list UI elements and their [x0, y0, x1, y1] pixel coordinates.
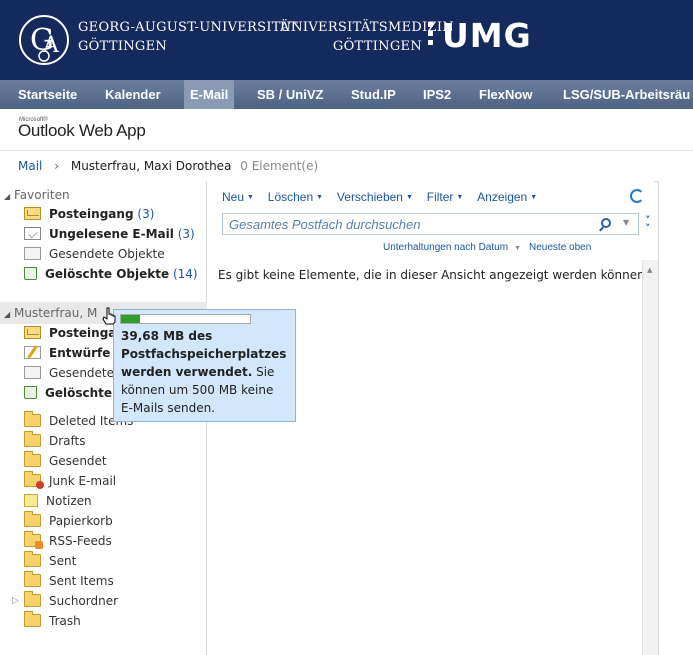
- mailbox-header[interactable]: ◢ Musterfrau, M: [4, 304, 97, 322]
- folder-sent[interactable]: Sent: [24, 551, 76, 571]
- sort-by-conversation[interactable]: Unterhaltungen nach Datum: [383, 242, 508, 253]
- favorite-deleted-items[interactable]: Gelöschte Objekte (14): [24, 264, 198, 284]
- junk-mail-icon: [24, 471, 44, 489]
- folder-rss-feeds[interactable]: RSS-Feeds: [24, 531, 112, 551]
- empty-list-message: Es gibt keine Elemente, die in dieser An…: [218, 268, 649, 282]
- sort-options: Unterhaltungen nach Datum ▼ Neueste oben: [383, 242, 591, 253]
- trash-icon: [24, 267, 37, 280]
- favorite-unread-mail[interactable]: Ungelesene E-Mail (3): [24, 224, 195, 244]
- nav-email[interactable]: E-Mail: [184, 80, 235, 109]
- expand-triangle-icon[interactable]: ▷: [12, 596, 19, 606]
- quota-progress-fill: [121, 315, 141, 323]
- folder-search-folders[interactable]: Suchordner: [24, 591, 118, 611]
- folder-sent-items[interactable]: Sent Items: [24, 571, 114, 591]
- folder-icon: [24, 571, 41, 587]
- sort-order[interactable]: Neueste oben: [529, 242, 591, 253]
- rss-feed-icon: [24, 531, 43, 549]
- notes-icon: [24, 494, 38, 507]
- folder-sent-items-de[interactable]: Gesendete O: [24, 363, 127, 383]
- breadcrumb-separator-icon: ›: [54, 159, 60, 173]
- hand-cursor-icon: [102, 307, 116, 325]
- drafts-icon: [24, 346, 41, 359]
- folder-icon: [24, 411, 41, 427]
- search-icon[interactable]: [601, 218, 611, 228]
- unread-mail-icon: [24, 227, 41, 240]
- search-box: ▼: [222, 213, 639, 235]
- owa-logo: Outlook Web App: [18, 121, 146, 140]
- sent-items-icon: [24, 247, 41, 260]
- dropdown-arrow-icon: ▼: [456, 194, 464, 201]
- nav-kalender[interactable]: Kalender: [99, 80, 167, 109]
- quota-progress-bar: [120, 314, 251, 324]
- folder-icon: [24, 451, 41, 467]
- dropdown-arrow-icon: ▼: [405, 194, 413, 201]
- refresh-icon[interactable]: [630, 189, 644, 203]
- folder-drafts[interactable]: Drafts: [24, 431, 86, 451]
- sent-items-icon: [24, 366, 41, 379]
- mailbox-quota-tooltip: 39,68 MB des Postfachspeicherplatzes wer…: [113, 309, 296, 422]
- folder-icon: [24, 431, 41, 447]
- collapse-triangle-icon[interactable]: ◢: [4, 306, 14, 324]
- breadcrumb: Mail › Musterfrau, Maxi Dorothea 0 Eleme…: [0, 151, 693, 181]
- folder-inbox[interactable]: Posteingan: [24, 323, 125, 343]
- main-navigation: Startseite Kalender E-Mail SB / UniVZ St…: [0, 80, 693, 109]
- university-seal-logo: G A: [19, 15, 69, 65]
- folder-junk-email[interactable]: Junk E-mail: [24, 471, 116, 491]
- favorites-header[interactable]: ◢ Favoriten: [4, 186, 70, 204]
- message-toolbar: Neu ▼ Löschen ▼ Verschieben ▼ Filter ▼ Anzei…: [222, 188, 547, 206]
- folder-papierkorb[interactable]: Papierkorb: [24, 511, 113, 531]
- breadcrumb-current-folder: Musterfrau, Maxi Dorothea: [70, 159, 232, 173]
- search-input[interactable]: [223, 214, 593, 234]
- trash-icon: [24, 386, 37, 399]
- owa-header: Microsoft® Outlook Web App: [0, 109, 693, 151]
- umg-logo-dots: [428, 22, 434, 49]
- folder-drafts-de[interactable]: Entwürfe [3: [24, 343, 127, 363]
- folder-notes[interactable]: Notizen: [24, 491, 92, 511]
- dropdown-arrow-icon: ▼: [514, 245, 522, 252]
- breadcrumb-mail-link[interactable]: Mail: [18, 159, 42, 173]
- quota-used-text: 39,68 MB des: [121, 329, 213, 343]
- inbox-icon: [24, 326, 41, 339]
- umg-logo[interactable]: UMG: [442, 16, 532, 55]
- search-options-dropdown-icon[interactable]: ▼: [623, 218, 629, 227]
- medical-school-name[interactable]: UNIVERSITÄTSMEDIZIN GÖTTINGEN: [280, 18, 454, 56]
- move-button[interactable]: Verschieben ▼: [337, 188, 413, 207]
- filter-button[interactable]: Filter ▼: [427, 188, 464, 207]
- dropdown-arrow-icon: ▼: [316, 194, 324, 201]
- item-count: 0 Element(e): [240, 159, 319, 173]
- nav-lsg-sub[interactable]: LSG/SUB-Arbeitsräu: [557, 80, 693, 109]
- inbox-icon: [24, 207, 41, 220]
- dropdown-arrow-icon: ▼: [530, 194, 538, 201]
- nav-startseite[interactable]: Startseite: [12, 80, 83, 109]
- new-button[interactable]: Neu ▼: [222, 188, 254, 207]
- nav-flexnow[interactable]: FlexNow: [473, 80, 538, 109]
- nav-sb-univz[interactable]: SB / UniVZ: [251, 80, 329, 109]
- folder-gesendet[interactable]: Gesendet: [24, 451, 107, 471]
- collapse-triangle-icon[interactable]: ◢: [4, 188, 14, 206]
- view-button[interactable]: Anzeigen ▼: [477, 188, 537, 207]
- delete-button[interactable]: Löschen ▼: [268, 188, 323, 207]
- expand-search-icon[interactable]: ˅ ˅: [645, 215, 651, 234]
- favorite-inbox[interactable]: Posteingang (3): [24, 204, 154, 224]
- svg-text:A: A: [42, 33, 60, 58]
- message-list-scrollbar[interactable]: ▲: [642, 260, 658, 655]
- folder-icon: [24, 511, 41, 527]
- folder-icon: [24, 611, 41, 627]
- university-header: G A GEORG-AUGUST-UNIVERSITÄT GÖTTINGEN U…: [0, 0, 693, 80]
- nav-studip[interactable]: Stud.IP: [345, 80, 402, 109]
- scroll-up-arrow-icon[interactable]: ▲: [647, 266, 652, 274]
- folder-icon: [24, 551, 41, 567]
- university-name[interactable]: GEORG-AUGUST-UNIVERSITÄT GÖTTINGEN: [78, 18, 298, 56]
- nav-ips2[interactable]: IPS2: [417, 80, 457, 109]
- favorite-sent-items[interactable]: Gesendete Objekte: [24, 244, 165, 264]
- reading-pane-edge: [658, 181, 693, 655]
- folder-deleted-items-de[interactable]: Gelöschte O: [24, 383, 126, 403]
- folder-trash[interactable]: Trash: [24, 611, 81, 631]
- search-folder-icon: [24, 591, 41, 607]
- dropdown-arrow-icon: ▼: [247, 194, 254, 201]
